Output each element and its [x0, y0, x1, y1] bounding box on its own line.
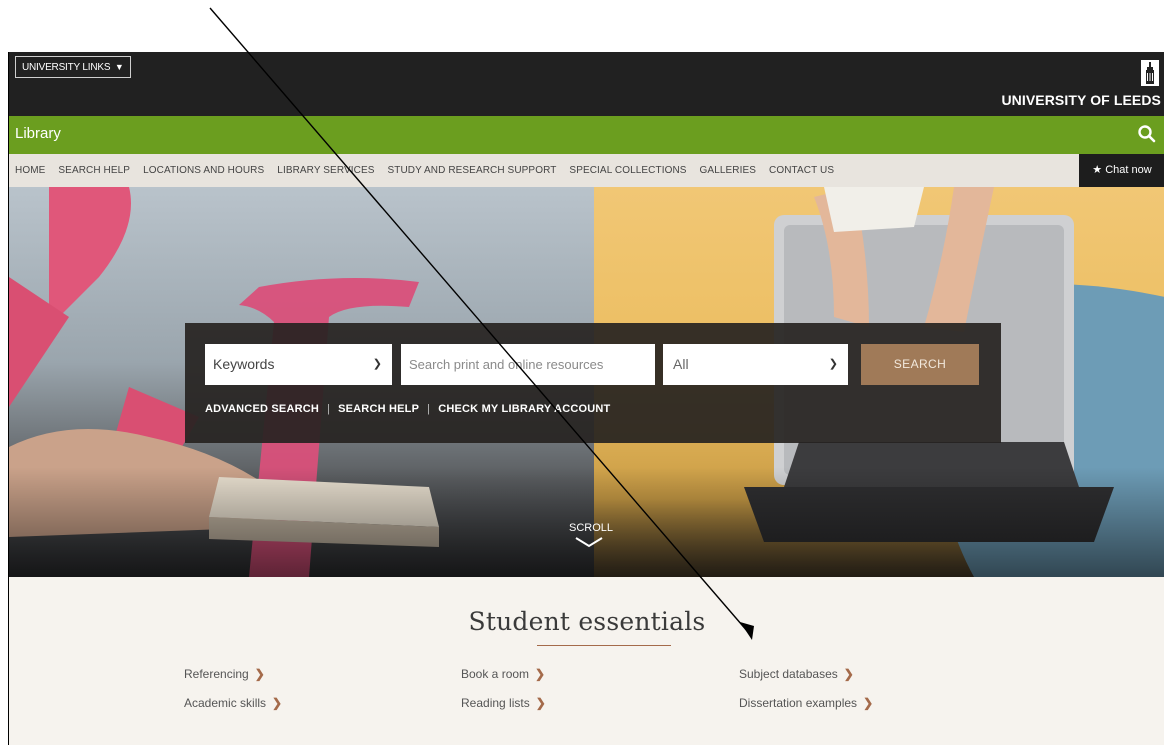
- library-title[interactable]: Library: [15, 125, 61, 142]
- main-navigation: HOME SEARCH HELP LOCATIONS AND HOURS LIB…: [9, 154, 1164, 187]
- search-type-select[interactable]: Keywords ❯: [205, 344, 392, 385]
- hero-banner: Keywords ❯ Search print and online resou…: [9, 187, 1164, 577]
- section-title: Student essentials: [468, 607, 706, 636]
- link-label: Reading lists: [461, 696, 530, 710]
- separator: |: [427, 403, 431, 415]
- link-label: Referencing: [184, 667, 249, 681]
- search-input[interactable]: Search print and online resources: [401, 344, 655, 385]
- search-button[interactable]: SEARCH: [861, 344, 979, 385]
- star-icon: ★: [1092, 164, 1103, 176]
- caret-down-icon: ▼: [114, 62, 124, 72]
- search-help-link[interactable]: SEARCH HELP: [338, 403, 419, 415]
- search-input-placeholder: Search print and online resources: [409, 357, 604, 372]
- search-panel: Keywords ❯ Search print and online resou…: [185, 323, 1001, 443]
- chevron-right-icon: ❯: [254, 667, 265, 681]
- link-dissertation-examples[interactable]: Dissertation examples ❯: [739, 696, 873, 710]
- check-library-account-link[interactable]: CHECK MY LIBRARY ACCOUNT: [438, 403, 610, 415]
- link-book-a-room[interactable]: Book a room ❯: [461, 667, 545, 681]
- university-header: UNIVERSITY LINKS ▼ UNIVERSITY OF LEEDS: [9, 52, 1164, 116]
- link-subject-databases[interactable]: Subject databases ❯: [739, 667, 854, 681]
- scroll-label: SCROLL: [569, 522, 614, 534]
- nav-item-home[interactable]: HOME: [15, 154, 45, 187]
- library-bar: Library: [9, 116, 1164, 154]
- link-label: Academic skills: [184, 696, 267, 710]
- chevron-down-icon: ❯: [828, 358, 838, 370]
- separator: |: [327, 403, 331, 415]
- chevron-right-icon: ❯: [272, 696, 283, 710]
- link-label: Dissertation examples: [739, 696, 858, 710]
- chat-now-button[interactable]: ★ Chat now: [1079, 154, 1164, 187]
- link-label: Subject databases: [739, 667, 838, 681]
- nav-item-contact-us[interactable]: CONTACT US: [769, 154, 834, 187]
- browser-frame: UNIVERSITY LINKS ▼ UNIVERSITY OF LEEDS L…: [8, 52, 1164, 745]
- link-referencing[interactable]: Referencing ❯: [184, 667, 265, 681]
- scroll-indicator[interactable]: SCROLL: [569, 522, 614, 548]
- nav-item-search-help[interactable]: SEARCH HELP: [58, 154, 130, 187]
- search-icon[interactable]: [1137, 124, 1157, 144]
- title-underline: [537, 645, 671, 646]
- nav-item-study-and-research-support[interactable]: STUDY AND RESEARCH SUPPORT: [387, 154, 556, 187]
- chevron-right-icon: ❯: [535, 667, 546, 681]
- chat-now-label: Chat now: [1105, 164, 1152, 176]
- university-crest-logo[interactable]: [1141, 60, 1159, 86]
- university-links-dropdown[interactable]: UNIVERSITY LINKS ▼: [15, 56, 131, 78]
- advanced-search-link[interactable]: ADVANCED SEARCH: [205, 403, 319, 415]
- chevron-right-icon: ❯: [863, 696, 874, 710]
- link-reading-lists[interactable]: Reading lists ❯: [461, 696, 546, 710]
- chevron-down-icon: ❯: [372, 358, 382, 370]
- search-type-value: Keywords: [213, 356, 275, 372]
- link-academic-skills[interactable]: Academic skills ❯: [184, 696, 282, 710]
- chevron-down-icon: [575, 537, 603, 548]
- search-sub-links: ADVANCED SEARCH | SEARCH HELP | CHECK MY…: [205, 403, 610, 415]
- student-essentials-section: Student essentials Referencing ❯ Academic…: [9, 577, 1164, 745]
- chevron-right-icon: ❯: [535, 696, 546, 710]
- nav-item-galleries[interactable]: GALLERIES: [700, 154, 756, 187]
- university-links-label: UNIVERSITY LINKS: [22, 62, 111, 73]
- chevron-right-icon: ❯: [843, 667, 854, 681]
- search-scope-value: All: [673, 356, 689, 372]
- nav-item-special-collections[interactable]: SPECIAL COLLECTIONS: [569, 154, 686, 187]
- search-scope-select[interactable]: All ❯: [663, 344, 848, 385]
- link-label: Book a room: [461, 667, 530, 681]
- nav-item-locations-and-hours[interactable]: LOCATIONS AND HOURS: [143, 154, 264, 187]
- university-name[interactable]: UNIVERSITY OF LEEDS: [1001, 92, 1161, 108]
- nav-item-library-services[interactable]: LIBRARY SERVICES: [277, 154, 374, 187]
